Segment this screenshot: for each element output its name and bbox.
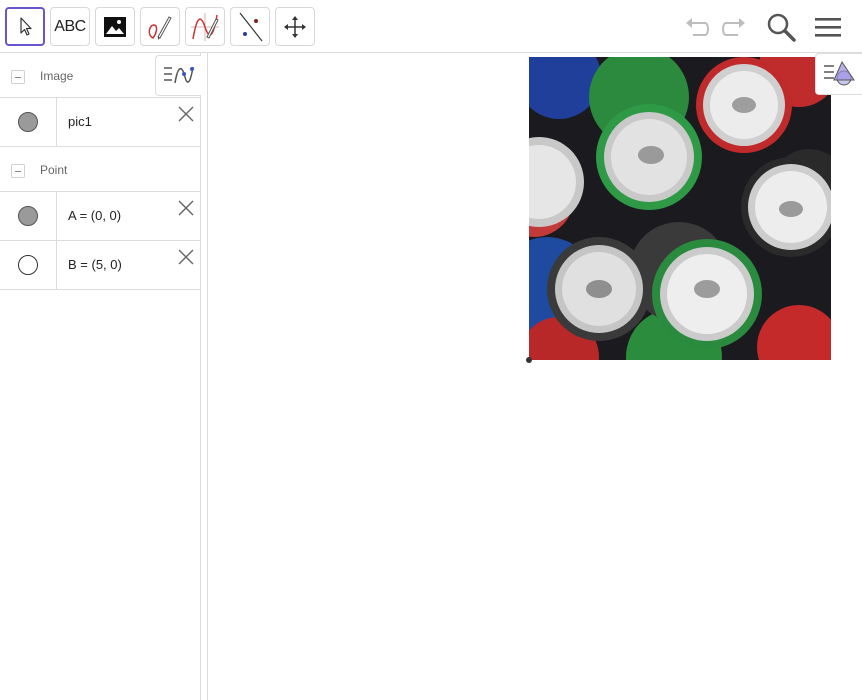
- text-tool-label: ABC: [54, 17, 86, 35]
- algebra-style-bar-button[interactable]: [155, 55, 201, 96]
- redo-icon: [722, 18, 745, 36]
- algebra-style-icon: [163, 66, 194, 83]
- menu-icon: [815, 18, 841, 37]
- algebra-view: Image pic1 Point A = (0, 0) B = (5, 0): [0, 53, 201, 700]
- point-a-marker[interactable]: [526, 357, 532, 363]
- collapse-image-group-toggle[interactable]: [11, 70, 25, 84]
- function-graph-icon: [191, 12, 219, 41]
- redo-button[interactable]: [715, 8, 753, 46]
- can-top: [547, 237, 651, 341]
- search-icon: [767, 13, 796, 42]
- toolbar: ABC: [0, 0, 862, 53]
- image-pic1[interactable]: [529, 57, 831, 360]
- can-top: [652, 239, 762, 349]
- visibility-toggle-a[interactable]: [18, 206, 38, 226]
- move-arrows-icon: [284, 15, 306, 38]
- visibility-toggle-b[interactable]: [18, 255, 38, 275]
- graphics-style-bar-button[interactable]: [815, 53, 862, 95]
- move-tool-button[interactable]: [5, 7, 45, 46]
- group-label-point: Point: [40, 163, 68, 177]
- soda-cans-image: [529, 57, 831, 360]
- graphics-style-icon: [824, 60, 855, 86]
- algebra-row-text[interactable]: pic1: [68, 114, 92, 129]
- function-tool-button[interactable]: [185, 7, 225, 46]
- collapse-point-group-toggle[interactable]: [11, 164, 25, 178]
- pen-tool-button[interactable]: [140, 7, 180, 46]
- line-through-points-icon: [239, 12, 263, 41]
- algebra-row-a[interactable]: A = (0, 0): [0, 192, 200, 241]
- algebra-row-b[interactable]: B = (5, 0): [0, 241, 200, 290]
- visibility-cell: [0, 98, 57, 146]
- algebra-row-pic1[interactable]: pic1: [0, 98, 200, 147]
- arrow-cursor-icon: [20, 16, 32, 36]
- image-icon: [104, 16, 126, 37]
- close-icon[interactable]: [176, 247, 196, 267]
- close-icon[interactable]: [176, 104, 196, 124]
- move-graphics-tool-button[interactable]: [275, 7, 315, 46]
- can-top: [696, 57, 792, 153]
- algebra-row-text[interactable]: B = (5, 0): [68, 257, 122, 272]
- can-top: [596, 104, 702, 210]
- visibility-toggle-pic1[interactable]: [18, 112, 38, 132]
- view-splitter[interactable]: [201, 53, 208, 700]
- search-button[interactable]: [762, 8, 800, 46]
- visibility-cell: [0, 192, 57, 240]
- group-header-point: Point: [0, 147, 200, 192]
- undo-button[interactable]: [678, 8, 716, 46]
- line-tool-button[interactable]: [230, 7, 270, 46]
- pen-icon: [148, 15, 172, 40]
- text-tool-button[interactable]: ABC: [50, 7, 90, 46]
- undo-icon: [686, 18, 709, 36]
- close-icon[interactable]: [176, 198, 196, 218]
- algebra-row-text[interactable]: A = (0, 0): [68, 208, 121, 223]
- image-tool-button[interactable]: [95, 7, 135, 46]
- main-menu-button[interactable]: [809, 8, 847, 46]
- group-label-image: Image: [40, 69, 74, 83]
- visibility-cell: [0, 241, 57, 289]
